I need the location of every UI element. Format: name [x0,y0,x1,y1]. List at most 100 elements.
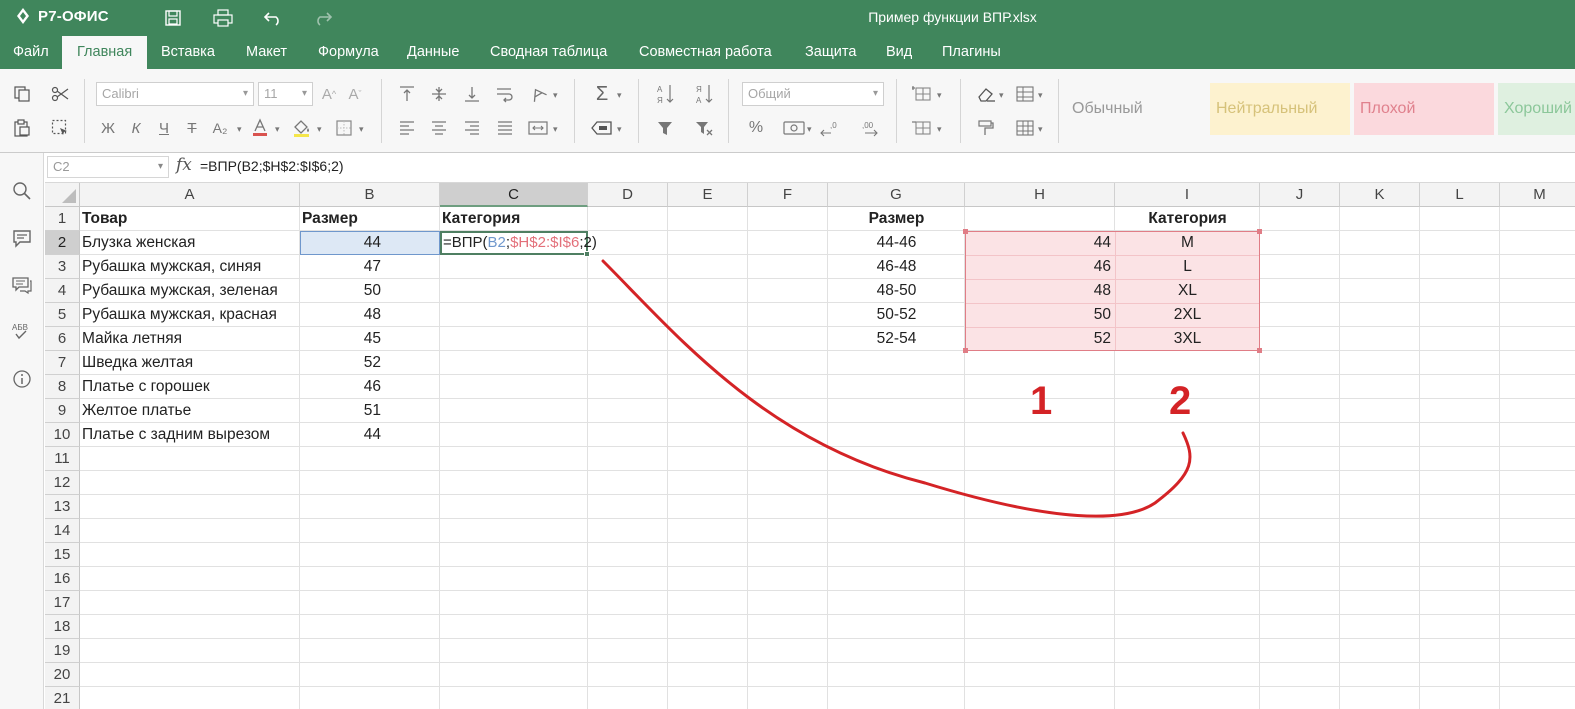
cut-icon[interactable] [48,82,72,106]
insert-cells-icon[interactable] [910,82,934,106]
annotation-label-2: 2 [1169,379,1192,423]
text-orientation-icon[interactable] [526,82,550,106]
menu-bar: Файл Главная Вставка Макет Формула Данны… [0,36,1575,69]
decrease-font-icon[interactable]: Aˇ [343,82,367,106]
number-format-select[interactable]: Общий ▾ [742,82,884,106]
chevron-down-icon: ▾ [872,88,878,99]
svg-text:Я: Я [657,96,663,105]
style-bad[interactable]: Плохой [1354,83,1494,135]
tab-view[interactable]: Вид [886,36,912,69]
font-size-select[interactable]: 11 ▾ [258,82,313,106]
wrap-text-icon[interactable] [493,82,517,106]
justify-icon[interactable] [493,116,517,140]
increase-font-icon[interactable]: A ^ [317,82,341,106]
info-icon[interactable] [10,367,34,391]
chevron-down-icon: ▾ [1038,90,1043,100]
chevron-down-icon: ▾ [807,124,812,134]
comments-icon[interactable] [10,226,34,250]
currency-icon[interactable] [782,116,806,140]
named-ranges-icon[interactable] [590,116,614,140]
filter-icon[interactable] [653,116,677,140]
annotation-arrow [601,259,1192,518]
borders-icon[interactable] [332,116,356,140]
chevron-down-icon: ▾ [237,124,242,134]
chevron-down-icon: ▾ [937,124,942,134]
bold-button[interactable]: Ж [96,116,120,140]
svg-text:,0: ,0 [830,121,837,130]
separator [574,79,575,143]
formula-input[interactable]: =ВПР(B2;$H$2:$I$6;2) [200,158,344,174]
svg-text:,00: ,00 [862,121,874,130]
chevron-down-icon: ▾ [317,124,322,134]
delete-cells-icon[interactable] [910,116,934,140]
font-color-icon[interactable] [248,116,272,140]
align-right-icon[interactable] [460,116,484,140]
font-name-select[interactable]: Calibri ▾ [96,82,254,106]
tab-layout[interactable]: Макет [246,36,287,69]
chevron-down-icon: ▾ [617,124,622,134]
tab-file[interactable]: Файл [13,36,49,69]
spreadsheet-grid[interactable]: ABCDEFGHIJKLM 1 2 3 4 5 6 7 8 9 10 11 12 13 14 15 16 17 1… [45,183,1575,709]
fill-color-icon[interactable] [290,116,314,140]
formula-bar: C2 ▾ fx =ВПР(B2;$H$2:$I$6;2) [45,153,1575,183]
paste-icon[interactable] [10,116,34,140]
subscript-button[interactable]: A₂ [208,116,232,140]
svg-text:A: A [657,85,663,94]
align-center-icon[interactable] [427,116,451,140]
increase-decimal-icon[interactable]: ,00 [857,116,881,140]
align-bottom-icon[interactable] [460,82,484,106]
align-top-icon[interactable] [395,82,419,106]
title-bar: Р7-ОФИС Пример функции ВПР.xlsx [0,0,1575,36]
search-icon[interactable] [10,179,34,203]
separator [381,79,382,143]
tab-data[interactable]: Данные [407,36,459,69]
format-painter-icon[interactable] [974,116,998,140]
tab-plugins[interactable]: Плагины [942,36,1001,69]
tab-protection[interactable]: Защита [805,36,856,69]
eraser-icon[interactable] [974,82,998,106]
sort-ascending-icon[interactable]: AЯ [653,82,677,106]
separator [960,79,961,143]
chevron-down-icon: ▾ [553,124,558,134]
sort-descending-icon[interactable]: ЯA [692,82,716,106]
insert-function-button[interactable]: fx [176,155,192,175]
separator [84,79,85,143]
chat-icon[interactable] [10,273,34,297]
italic-button[interactable]: К [124,116,148,140]
svg-text:Я: Я [696,85,702,94]
copy-icon[interactable] [10,82,34,106]
align-middle-icon[interactable] [427,82,451,106]
toolbar: Calibri ▾ 11 ▾ A ^ Aˇ Ж К Ч Т A₂ ▾ ▾ ▾ ▾ ▾ … [0,69,1575,153]
left-sidebar: АБВ [0,153,44,709]
underline-button[interactable]: Ч [152,116,176,140]
style-good[interactable]: Хороший [1498,83,1575,135]
merge-cells-icon[interactable] [526,116,550,140]
select-all-icon[interactable] [48,116,72,140]
tab-home[interactable]: Главная [62,36,148,69]
chevron-down-icon: ▾ [157,161,163,172]
conditional-format-icon[interactable] [1013,82,1037,106]
chevron-down-icon: ▾ [275,124,280,134]
style-normal[interactable]: Обычный [1066,83,1206,135]
sum-icon[interactable]: Σ [590,82,614,106]
chevron-down-icon: ▾ [301,88,307,99]
spellcheck-icon[interactable]: АБВ [10,319,34,343]
document-title: Пример функции ВПР.xlsx [868,9,1037,25]
tab-insert[interactable]: Вставка [161,36,215,69]
separator [638,79,639,143]
tab-collaboration[interactable]: Совместная работа [639,36,772,69]
tab-formula[interactable]: Формула [318,36,379,69]
name-box[interactable]: C2 ▾ [47,156,169,178]
annotation-label-1: 1 [1030,379,1053,423]
style-neutral[interactable]: Нейтральный [1210,83,1350,135]
strikethrough-button[interactable]: Т [180,116,204,140]
separator [728,79,729,143]
align-left-icon[interactable] [395,116,419,140]
tab-pivot-table[interactable]: Сводная таблица [490,36,607,69]
separator [896,79,897,143]
decrease-decimal-icon[interactable]: ,0 [820,116,844,140]
clear-filter-icon[interactable] [692,116,716,140]
percent-button[interactable]: % [744,116,768,140]
format-as-table-icon[interactable] [1013,116,1037,140]
chevron-down-icon: ▾ [553,90,558,100]
